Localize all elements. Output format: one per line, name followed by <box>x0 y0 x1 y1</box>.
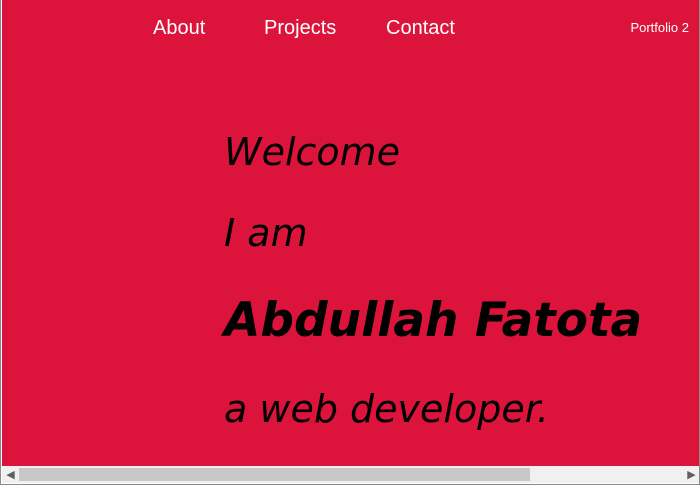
browser-viewport: About Projects Contact Portfolio 2 Welco… <box>0 0 700 485</box>
chevron-left-icon[interactable]: ◀ <box>2 466 19 483</box>
site-brand: Portfolio 2 <box>630 20 689 35</box>
nav-link-contact[interactable]: Contact <box>386 16 455 40</box>
horizontal-scrollbar[interactable]: ◀ ▶ <box>2 466 699 483</box>
nav-link-projects[interactable]: Projects <box>264 16 336 40</box>
hero-intro-text: I am <box>224 211 308 255</box>
chevron-right-icon[interactable]: ▶ <box>683 466 699 483</box>
page-body: About Projects Contact Portfolio 2 Welco… <box>2 0 699 467</box>
nav-link-about[interactable]: About <box>153 16 205 40</box>
hero-role-text: a web developer. <box>224 387 549 431</box>
hero-welcome-text: Welcome <box>224 130 401 174</box>
hero-name-heading: Abdullah Fatota <box>224 293 643 348</box>
scrollbar-track[interactable] <box>19 466 683 483</box>
scrollbar-thumb[interactable] <box>19 468 530 481</box>
